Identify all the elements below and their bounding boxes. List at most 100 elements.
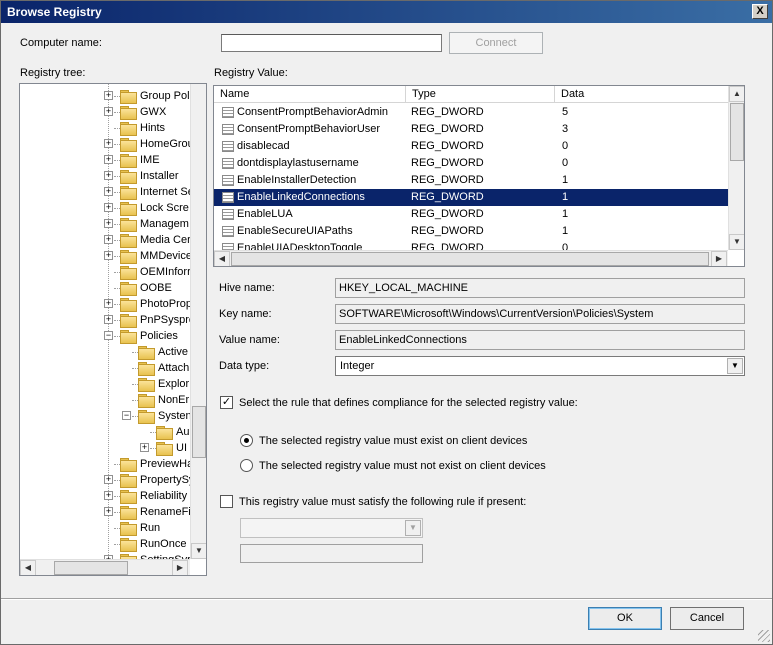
- tree-item[interactable]: + HomeGrou: [20, 136, 194, 152]
- cancel-button[interactable]: Cancel: [670, 607, 744, 630]
- table-row[interactable]: EnableLinkedConnections REG_DWORD 1: [214, 189, 728, 206]
- tree-scroll-down-icon[interactable]: ▼: [191, 543, 206, 559]
- expand-icon[interactable]: +: [104, 203, 113, 212]
- tree-item-label[interactable]: Policies: [140, 328, 178, 344]
- must-not-exist-label[interactable]: The selected registry value must not exi…: [259, 460, 546, 472]
- collapse-icon[interactable]: −: [122, 411, 131, 420]
- tree-item-label[interactable]: Au: [176, 424, 189, 440]
- tree-item[interactable]: OOBE: [20, 280, 190, 296]
- tree-horizontal-scrollbar[interactable]: ◀ ▶: [20, 559, 190, 575]
- tree-scroll-right-icon[interactable]: ▶: [172, 560, 188, 575]
- table-row[interactable]: dontdisplaylastusername REG_DWORD 0: [214, 155, 728, 172]
- tree-item[interactable]: Active: [20, 344, 190, 360]
- expand-icon[interactable]: +: [104, 171, 113, 180]
- tree-item[interactable]: + Group Poli: [20, 88, 192, 104]
- tree-item-label[interactable]: PhotoProp: [140, 296, 192, 312]
- registry-tree[interactable]: + Group Poli + GWX Hints + HomeGrou + IME + Instal…: [19, 83, 207, 576]
- tree-item[interactable]: + Installer: [20, 168, 190, 184]
- tree-item[interactable]: Hints: [20, 120, 190, 136]
- tree-item-label[interactable]: NonEr: [158, 392, 189, 408]
- tree-item[interactable]: PreviewHa: [20, 456, 193, 472]
- title-bar[interactable]: Browse Registry X: [1, 1, 772, 23]
- tree-item-label[interactable]: GWX: [140, 104, 166, 120]
- tree-hscroll-thumb[interactable]: [54, 561, 128, 575]
- tree-item[interactable]: RunOnce: [20, 536, 190, 552]
- expand-icon[interactable]: +: [140, 443, 149, 452]
- list-hscroll-thumb[interactable]: [231, 252, 709, 266]
- tree-item[interactable]: + Media Cer: [20, 232, 191, 248]
- tree-item[interactable]: Explor: [20, 376, 190, 392]
- close-icon[interactable]: X: [752, 4, 768, 19]
- tree-item[interactable]: + IME: [20, 152, 190, 168]
- list-scroll-thumb[interactable]: [730, 103, 744, 161]
- table-row[interactable]: ConsentPromptBehaviorAdmin REG_DWORD 5: [214, 104, 728, 121]
- connect-button[interactable]: Connect: [449, 32, 543, 54]
- tree-item-label[interactable]: PropertySy: [140, 472, 194, 488]
- tree-item-label[interactable]: MMDevice: [140, 248, 192, 264]
- tree-item[interactable]: − Systen: [20, 408, 192, 424]
- tree-item-label[interactable]: Active: [158, 344, 188, 360]
- tree-item[interactable]: + PnPSyspre: [20, 312, 195, 328]
- list-horizontal-scrollbar[interactable]: ◀ ▶: [214, 250, 728, 266]
- tree-item-label[interactable]: Run: [140, 520, 160, 536]
- tree-item-label[interactable]: Attach: [158, 360, 189, 376]
- expand-icon[interactable]: +: [104, 139, 113, 148]
- table-row[interactable]: EnableLUA REG_DWORD 1: [214, 206, 728, 223]
- registry-value-list[interactable]: Name Type Data ConsentPromptBehaviorAdmi…: [213, 85, 745, 267]
- tree-item-label[interactable]: PreviewHa: [140, 456, 193, 472]
- must-exist-radio[interactable]: [240, 434, 253, 447]
- tree-item-label[interactable]: PnPSyspre: [140, 312, 195, 328]
- satisfy-rule-label[interactable]: This registry value must satisfy the fol…: [239, 496, 526, 508]
- tree-item-label[interactable]: Systen: [158, 408, 192, 424]
- collapse-icon[interactable]: −: [104, 331, 113, 340]
- tree-item-label[interactable]: Hints: [140, 120, 165, 136]
- expand-icon[interactable]: +: [104, 299, 113, 308]
- select-rule-checkbox[interactable]: ✓: [220, 396, 233, 409]
- tree-item[interactable]: OEMInforr: [20, 264, 191, 280]
- tree-item[interactable]: NonEr: [20, 392, 190, 408]
- expand-icon[interactable]: +: [104, 219, 113, 228]
- tree-item[interactable]: Au: [20, 424, 190, 440]
- tree-item[interactable]: + Managem: [20, 216, 190, 232]
- expand-icon[interactable]: +: [104, 107, 113, 116]
- tree-item-label[interactable]: IME: [140, 152, 160, 168]
- tree-item-label[interactable]: RunOnce: [140, 536, 186, 552]
- ok-button[interactable]: OK: [588, 607, 662, 630]
- tree-item[interactable]: + UI: [20, 440, 190, 456]
- list-scroll-down-icon[interactable]: ▼: [729, 234, 744, 250]
- data-type-select[interactable]: Integer ▼: [335, 356, 745, 376]
- must-not-exist-radio[interactable]: [240, 459, 253, 472]
- tree-item-label[interactable]: Reliability: [140, 488, 187, 504]
- column-header-data[interactable]: Data: [555, 86, 729, 103]
- chevron-down-icon[interactable]: ▼: [727, 358, 743, 374]
- tree-vertical-scrollbar[interactable]: ▼: [190, 84, 206, 559]
- table-row[interactable]: ConsentPromptBehaviorUser REG_DWORD 3: [214, 121, 728, 138]
- expand-icon[interactable]: +: [104, 475, 113, 484]
- expand-icon[interactable]: +: [104, 251, 113, 260]
- tree-item-label[interactable]: Installer: [140, 168, 179, 184]
- column-header-type[interactable]: Type: [406, 86, 555, 103]
- tree-scroll-thumb[interactable]: [192, 406, 206, 458]
- operator-chevron-down-icon[interactable]: ▼: [405, 520, 421, 536]
- tree-item-label[interactable]: HomeGrou: [140, 136, 194, 152]
- tree-item[interactable]: + PhotoProp: [20, 296, 192, 312]
- expand-icon[interactable]: +: [104, 155, 113, 164]
- tree-item-label[interactable]: Internet Se: [140, 184, 194, 200]
- tree-item[interactable]: + RenameFi: [20, 504, 191, 520]
- tree-item-label[interactable]: Lock Scre: [140, 200, 189, 216]
- tree-item[interactable]: + PropertySy: [20, 472, 194, 488]
- tree-item[interactable]: Run: [20, 520, 190, 536]
- tree-item[interactable]: + Internet Se: [20, 184, 194, 200]
- column-header-name[interactable]: Name: [214, 86, 406, 103]
- tree-item-label[interactable]: Managem: [140, 216, 189, 232]
- list-scroll-up-icon[interactable]: ▲: [729, 86, 744, 102]
- tree-item[interactable]: + GWX: [20, 104, 190, 120]
- tree-item[interactable]: − Policies: [20, 328, 190, 344]
- tree-item-label[interactable]: Explor: [158, 376, 189, 392]
- expand-icon[interactable]: +: [104, 507, 113, 516]
- tree-item[interactable]: Attach: [20, 360, 190, 376]
- rule-value-input[interactable]: [240, 544, 423, 563]
- list-scroll-left-icon[interactable]: ◀: [214, 251, 230, 266]
- tree-scroll-left-icon[interactable]: ◀: [20, 560, 36, 575]
- satisfy-rule-checkbox[interactable]: [220, 495, 233, 508]
